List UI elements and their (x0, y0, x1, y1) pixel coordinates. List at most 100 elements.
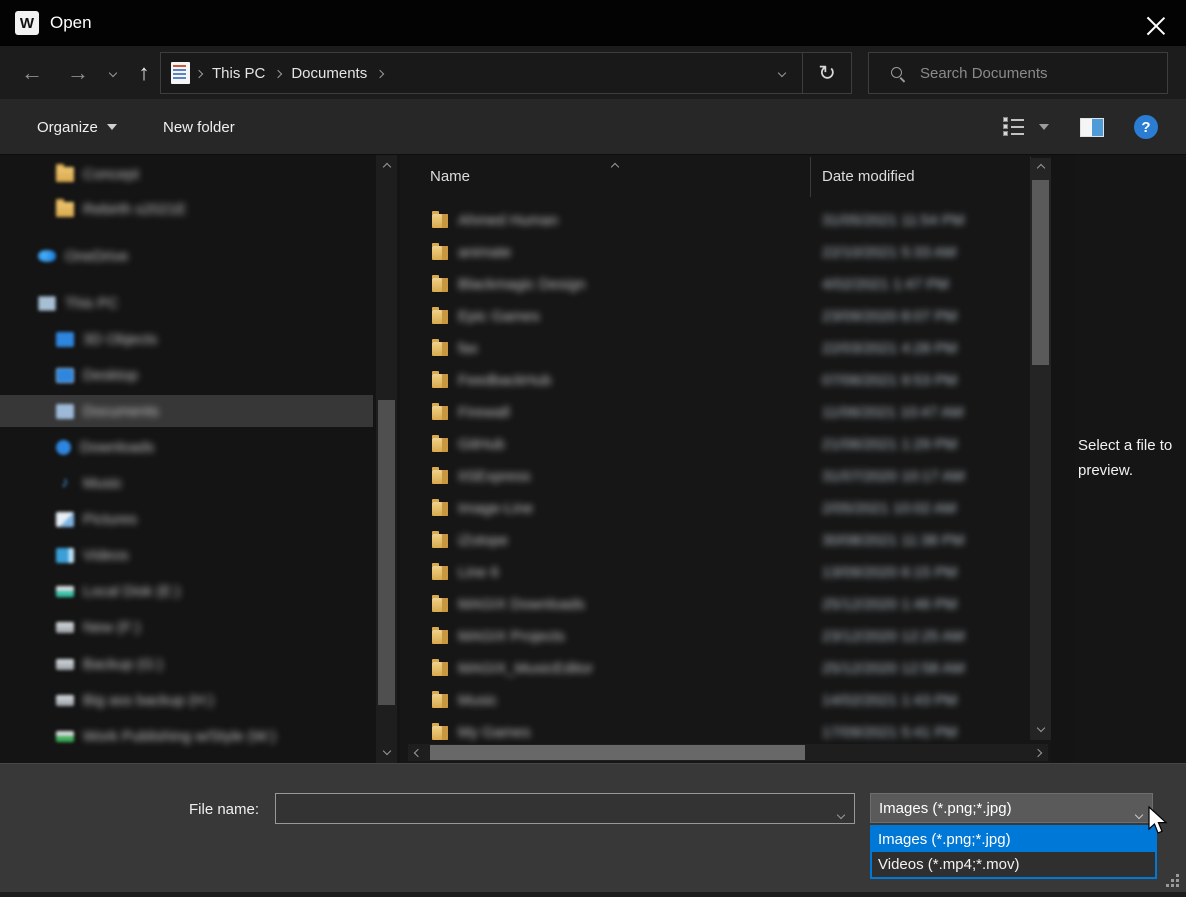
sidebar-item-backup-g-[interactable]: Backup (G:) (0, 648, 373, 680)
recent-locations-button[interactable] (100, 46, 126, 99)
sidebar-item-pictures[interactable]: Pictures (0, 503, 373, 535)
sidebar-item-downloads[interactable]: Downloads (0, 431, 373, 463)
close-icon (1147, 14, 1165, 32)
file-type-selected: Images (*.png;*.jpg) (879, 800, 1012, 817)
sidebar-item-work-publishing-w-style-w-[interactable]: Work Publishing w/Style (W:) (0, 720, 373, 752)
file-row[interactable]: Epic Games23/09/2020 8:07 PMFile folder (400, 301, 1051, 332)
horizontal-scrollbar-thumb[interactable] (430, 745, 805, 760)
close-button[interactable] (1140, 8, 1172, 38)
file-row[interactable]: MAGIX Projects23/12/2020 12:25 AMFile fo… (400, 621, 1051, 652)
file-name: MAGIX_MusicEditor (458, 660, 593, 677)
file-row[interactable]: MAGIX_MusicEditor25/12/2020 12:58 AMFile… (400, 653, 1051, 684)
search-box[interactable]: Search Documents (868, 52, 1168, 94)
sidebar-item-music[interactable]: ♪Music (0, 467, 373, 499)
file-row[interactable]: Firewall11/06/2021 10:47 AMFile folder (400, 397, 1051, 428)
list-vertical-scrollbar[interactable] (1030, 158, 1051, 740)
file-row[interactable]: iZotope30/08/2021 11:38 PMFile folder (400, 525, 1051, 556)
sidebar-item-new-f-[interactable]: New (F:) (0, 611, 373, 643)
address-bar[interactable]: This PC Documents ↻ (160, 52, 852, 94)
scroll-left-icon[interactable] (408, 744, 428, 761)
title-bar: W Open (0, 0, 1186, 46)
file-type-option[interactable]: Videos (*.mp4;*.mov) (872, 852, 1155, 877)
file-row[interactable]: fax22/03/2021 4:28 PMFile folder (400, 333, 1051, 364)
change-view-button[interactable] (1003, 99, 1049, 155)
preview-pane-icon (1080, 118, 1104, 137)
scroll-up-icon[interactable] (376, 157, 397, 177)
file-row[interactable]: Music14/02/2021 1:43 PMFile folder (400, 685, 1051, 716)
folder-icon (432, 406, 448, 420)
sidebar-item-big-ass-backup-h-[interactable]: Big ass backup (H:) (0, 684, 373, 716)
sidebar-scrollbar-thumb[interactable] (378, 400, 395, 705)
breadcrumb-documents[interactable]: Documents (287, 65, 371, 82)
breadcrumb-this-pc[interactable]: This PC (208, 65, 269, 82)
file-list: Name Date modified Type Ahmed Human31/05… (400, 155, 1051, 763)
sidebar-item-label: OneDrive (65, 248, 128, 265)
address-history-button[interactable] (762, 53, 802, 93)
sidebar-item-label: Videos (83, 547, 129, 564)
file-row[interactable]: Image-Line2/05/2021 10:02 AMFile folder (400, 493, 1051, 524)
scroll-up-icon[interactable] (1030, 158, 1051, 178)
sidebar-item-desktop[interactable]: Desktop (0, 359, 373, 391)
preview-pane-button[interactable] (1080, 99, 1104, 155)
file-row[interactable]: Line 613/09/2020 6:15 PMFile folder (400, 557, 1051, 588)
new-folder-button[interactable]: New folder (163, 99, 235, 155)
file-row[interactable]: Ahmed Human31/05/2021 11:54 PMFile folde… (400, 205, 1051, 236)
sidebar-item-3d-objects[interactable]: 3D Objects (0, 323, 373, 355)
file-row[interactable]: animate22/10/2021 5:33 AMFile folder (400, 237, 1051, 268)
window-bottom-edge (0, 892, 1186, 897)
onedrive-icon (38, 250, 56, 262)
resize-grip-icon[interactable] (1166, 874, 1180, 888)
sidebar-item-documents[interactable]: Documents (0, 395, 373, 427)
scroll-down-icon[interactable] (376, 741, 397, 761)
file-date-modified: 25/12/2020 1:46 PM (822, 596, 957, 613)
word-app-icon: W (15, 11, 39, 35)
column-header-date-modified[interactable]: Date modified (822, 168, 915, 185)
list-scrollbar-thumb[interactable] (1032, 180, 1049, 365)
file-row[interactable]: Blackmagic Design4/02/2021 1:47 PMFile f… (400, 269, 1051, 300)
pictures-icon (56, 512, 74, 527)
sidebar-item-videos[interactable]: Videos (0, 539, 373, 571)
sidebar-scrollbar[interactable] (376, 155, 397, 763)
sidebar-item-concept[interactable]: Concept (0, 158, 373, 190)
file-date-modified: 21/06/2021 1:29 PM (822, 436, 957, 453)
file-name: Firewall (458, 404, 510, 421)
sidebar-item-this-pc[interactable]: This PC (0, 287, 373, 319)
file-name-input[interactable] (275, 793, 855, 824)
documents-icon (56, 404, 74, 419)
file-type-option[interactable]: Images (*.png;*.jpg) (872, 827, 1155, 852)
folder-icon (56, 167, 74, 182)
sidebar-item-rebirth-s2021e[interactable]: Rebirth s2021E (0, 193, 373, 225)
preview-message: Select a file to preview. (1075, 433, 1183, 483)
breadcrumb-chevron-icon (376, 70, 384, 78)
scroll-down-icon[interactable] (1030, 718, 1051, 738)
up-button[interactable]: ↑ (128, 46, 160, 99)
file-name: FeedbackHub (458, 372, 551, 389)
document-icon (171, 62, 190, 84)
list-horizontal-scrollbar[interactable] (408, 744, 1048, 761)
file-row[interactable]: FeedbackHub07/06/2021 9:53 PMFile folder (400, 365, 1051, 396)
file-type-select[interactable]: Images (*.png;*.jpg) (870, 793, 1153, 823)
file-row[interactable]: IISExpress31/07/2020 10:17 AMFile folder (400, 461, 1051, 492)
file-name: MAGIX Downloads (458, 596, 585, 613)
sidebar-item-label: 3D Objects (83, 331, 157, 348)
column-divider[interactable] (810, 157, 811, 197)
sidebar-item-local-disk-e-[interactable]: Local Disk (E:) (0, 575, 373, 607)
file-row[interactable]: GitHub21/06/2021 1:29 PMFile folder (400, 429, 1051, 460)
scroll-right-icon[interactable] (1028, 744, 1048, 761)
file-name: Ahmed Human (458, 212, 558, 229)
column-header-name[interactable]: Name (430, 168, 470, 185)
pc-icon (38, 296, 56, 311)
organize-button[interactable]: Organize (37, 99, 117, 155)
sidebar-item-label: This PC (65, 295, 118, 312)
preview-pane: Select a file to preview. (1075, 155, 1186, 763)
file-row[interactable]: MAGIX Downloads25/12/2020 1:46 PMFile fo… (400, 589, 1051, 620)
back-button[interactable]: ← (14, 46, 50, 99)
help-button[interactable]: ? (1134, 99, 1158, 155)
desktop-icon (56, 368, 74, 383)
forward-button[interactable]: → (60, 46, 96, 99)
file-name: iZotope (458, 532, 508, 549)
file-name: Music (458, 692, 497, 709)
search-placeholder: Search Documents (920, 65, 1048, 82)
refresh-button[interactable]: ↻ (803, 53, 851, 93)
sidebar-item-onedrive[interactable]: OneDrive (0, 240, 373, 272)
